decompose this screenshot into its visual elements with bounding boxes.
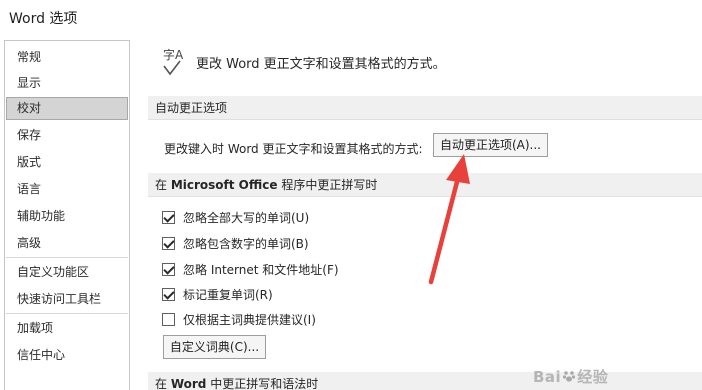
window-title: Word 选项 [9,11,78,27]
checkbox[interactable] [162,312,175,326]
sidebar-item-language[interactable]: 语言 [6,178,128,201]
checkbox[interactable] [162,236,175,250]
option-ignore-internet[interactable]: 忽略 Internet 和文件地址(F) [162,260,339,278]
sidebar-item-layout[interactable]: 版式 [6,151,128,174]
watermark-text-b: 经验 [577,368,609,386]
option-label: 仅根据主词典提供建议(I) [183,312,316,327]
option-ignore-uppercase[interactable]: 忽略全部大写的单词(U) [162,208,309,226]
word-section-bold: Word [170,377,207,390]
option-ignore-numbers[interactable]: 忽略包含数字的单词(B) [162,234,309,252]
paw-icon [563,371,576,382]
office-section-bold: Microsoft Office [170,178,278,192]
sidebar-item-add-ins[interactable]: 加载项 [6,317,128,340]
sidebar-item-save[interactable]: 保存 [6,124,128,147]
autocorrect-section-title: 自动更正选项 [155,101,228,115]
option-flag-repeated[interactable]: 标记重复单词(R) [162,285,273,303]
option-label: 忽略全部大写的单词(U) [183,210,310,225]
svg-text:字A: 字A [163,47,184,62]
autocorrect-options-button[interactable]: 自动更正选项(A)... [433,133,548,157]
checkbox[interactable] [162,262,175,276]
option-label: 忽略包含数字的单词(B) [183,236,309,251]
options-sidebar: 常规 显示 校对 保存 版式 语言 辅助功能 高级 自定义功能区 快速访问工具栏… [4,40,130,390]
proofing-icon: 字A [160,46,188,80]
word-spelling-section-header: 在 Word 中更正拼写和语法时 [148,372,702,390]
office-spelling-section-header: 在 Microsoft Office 程序中更正拼写时 [148,173,702,197]
sidebar-divider [6,313,128,314]
sidebar-item-quick-access-toolbar[interactable]: 快速访问工具栏 [6,288,128,311]
baidu-watermark: Bai 经验 [533,366,608,388]
office-section-suffix: 程序中更正拼写时 [277,178,378,192]
sidebar-item-proofing[interactable]: 校对 [6,97,128,120]
sidebar-divider [6,257,128,258]
option-label: 标记重复单词(R) [183,287,273,302]
autocorrect-row-label: 更改键入时 Word 更正文字和设置其格式的方式: [164,142,423,156]
sidebar-item-display[interactable]: 显示 [6,72,128,95]
checkbox[interactable] [162,287,175,301]
checkbox[interactable] [162,210,175,224]
custom-dictionaries-button[interactable]: 自定义词典(C)... [163,335,266,359]
option-main-dictionary-only[interactable]: 仅根据主词典提供建议(I) [162,310,316,328]
watermark-text-a: Bai [533,368,562,386]
page-description: 更改 Word 更正文字和设置其格式的方式。 [196,57,446,72]
word-section-suffix: 中更正拼写和语法时 [206,377,319,390]
sidebar-item-advanced[interactable]: 高级 [6,232,128,255]
sidebar-item-accessibility[interactable]: 辅助功能 [6,205,128,228]
sidebar-item-trust-center[interactable]: 信任中心 [6,344,128,367]
autocorrect-section-header: 自动更正选项 [148,96,702,120]
sidebar-item-customize-ribbon[interactable]: 自定义功能区 [6,261,128,284]
office-section-prefix: 在 [155,178,171,192]
title-bar: Word 选项 [0,0,702,38]
option-label: 忽略 Internet 和文件地址(F) [183,262,339,277]
word-section-prefix: 在 [155,377,171,390]
sidebar-item-general[interactable]: 常规 [6,46,128,69]
